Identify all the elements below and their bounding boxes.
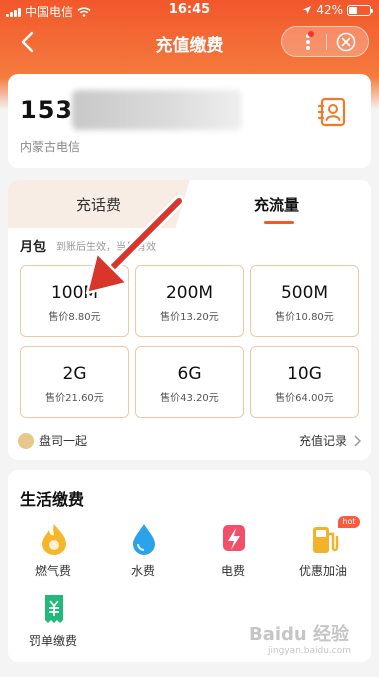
notification-dot <box>308 31 314 37</box>
service-electricity-label: 电费 <box>220 564 245 578</box>
service-traffic-fine-label: 罚单缴费 <box>28 634 77 648</box>
service-gas-label: 燃气费 <box>34 564 71 578</box>
service-gas[interactable]: 燃气费 <box>18 522 88 582</box>
plan-note: 到账后生效，当月有效 <box>56 242 156 253</box>
topup-card: 充话费 充流量 月包 到账后生效，当月有效 100M 售价8.80元 200M … <box>8 180 371 460</box>
status-bar: 中国电信 16:45 42% <box>0 0 379 20</box>
package-size: 100M <box>50 283 99 303</box>
package-100m[interactable]: 100M 售价8.80元 <box>20 265 129 337</box>
ticket-icon <box>45 595 63 623</box>
topup-footer: 盘司一起 充值记录 <box>8 430 371 454</box>
topup-history-label: 充值记录 <box>298 434 347 448</box>
battery-fill <box>349 6 357 14</box>
service-water-label: 水费 <box>130 564 155 578</box>
carrier-province: 内蒙古电信 <box>20 140 81 154</box>
battery-icon <box>347 4 373 16</box>
gas-flame-icon <box>42 524 66 555</box>
life-services-title: 生活缴费 <box>20 490 85 509</box>
account-card: 153 内蒙古电信 <box>8 74 371 168</box>
package-size: 500M <box>280 283 329 303</box>
package-price: 售价21.60元 <box>45 393 104 404</box>
hot-badge: hot <box>338 516 360 528</box>
partner-logo-icon <box>18 432 34 449</box>
topup-tabs: 充话费 充流量 <box>8 180 371 228</box>
package-price: 售价43.20元 <box>160 393 219 404</box>
service-traffic-fine[interactable]: 罚单缴费 <box>18 592 88 652</box>
package-price: 售价64.00元 <box>275 393 334 404</box>
tab-data-traffic-label: 充流量 <box>254 196 300 214</box>
phone-number-redaction <box>72 90 242 130</box>
package-price: 售价13.20元 <box>160 312 219 323</box>
close-icon[interactable] <box>336 32 356 52</box>
service-water[interactable]: 水费 <box>108 522 178 582</box>
fuel-pump-icon <box>313 527 339 553</box>
package-6g[interactable]: 6G 售价43.20元 <box>135 346 244 418</box>
package-size: 2G <box>62 364 87 384</box>
package-500m[interactable]: 500M 售价10.80元 <box>250 265 359 337</box>
topup-history-link[interactable]: 充值记录 <box>299 432 361 449</box>
tab-phone-credit-label: 充话费 <box>76 196 122 214</box>
watermark-url: jingyan.baidu.com <box>267 646 351 656</box>
partner-badge: 盘司一起 <box>18 432 87 449</box>
plan-heading: 月包 <box>20 240 47 255</box>
service-fuel[interactable]: hot 优惠加油 <box>288 516 360 582</box>
package-size: 10G <box>287 364 322 384</box>
tab-phone-credit[interactable]: 充话费 <box>8 180 190 228</box>
partner-label: 盘司一起 <box>39 434 88 448</box>
lightning-icon <box>223 525 245 551</box>
package-2g[interactable]: 2G 售价21.60元 <box>20 346 129 418</box>
service-electricity[interactable]: 电费 <box>198 522 268 582</box>
active-tab-indicator <box>264 221 294 224</box>
package-10g[interactable]: 10G 售价64.00元 <box>250 346 359 418</box>
battery-percent: 42% <box>316 3 343 17</box>
package-price: 售价8.80元 <box>48 312 101 323</box>
package-size: 200M <box>165 283 214 303</box>
package-size: 6G <box>177 364 202 384</box>
package-price: 售价10.80元 <box>275 312 334 323</box>
miniapp-capsule <box>281 26 369 57</box>
water-drop-icon <box>133 524 155 555</box>
location-arrow-icon <box>303 6 312 14</box>
phone-number[interactable]: 153 <box>20 96 73 124</box>
package-200m[interactable]: 200M 售价13.20元 <box>135 265 244 337</box>
service-fuel-label: 优惠加油 <box>298 564 347 578</box>
capsule-divider <box>326 34 327 50</box>
watermark-logo: Baidu 经验 <box>248 624 349 645</box>
nav-bar: 充值缴费 <box>0 22 379 62</box>
contacts-icon[interactable] <box>317 96 349 128</box>
chevron-right-icon <box>354 434 361 447</box>
